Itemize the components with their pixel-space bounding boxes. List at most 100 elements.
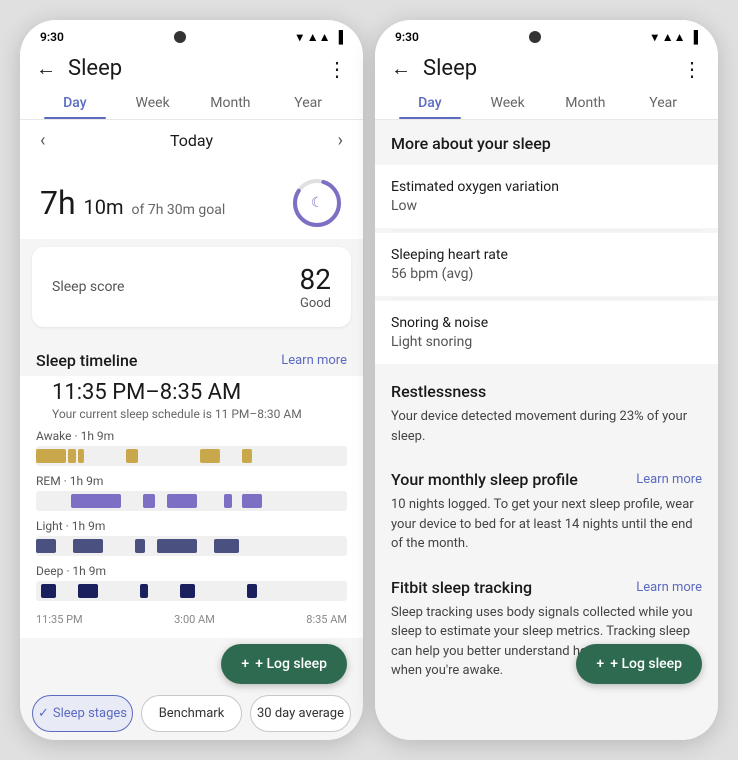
seg-deep-2	[78, 584, 98, 598]
metric-card-snoring: Snoring & noise Light snoring	[375, 301, 718, 364]
seg-rem-4	[224, 494, 232, 508]
stage-light-track	[36, 536, 347, 556]
seg-deep-4	[180, 584, 195, 598]
content-scroll-1: ‹ Today › 7h 10m of 7h 30m goal ☾ Sleep …	[20, 120, 363, 687]
xaxis-mid: 3:00 AM	[174, 613, 215, 626]
status-bar-1: 9:30 ▾ ▲▲ ▐	[20, 20, 363, 48]
benchmark-btn[interactable]: Benchmark	[141, 695, 242, 732]
timeline-xaxis: 11:35 PM 3:00 AM 8:35 AM	[36, 609, 347, 630]
next-date-button[interactable]: ›	[338, 130, 343, 151]
fitbit-title: Fitbit sleep tracking	[391, 578, 532, 597]
seg-rem-5	[242, 494, 262, 508]
log-sleep-icon: +	[241, 656, 249, 672]
checkmark-icon: ✓	[38, 706, 49, 721]
monthly-profile-section: Your monthly sleep profile Learn more 10…	[375, 456, 718, 564]
divider-2	[391, 298, 702, 299]
benchmark-label: Benchmark	[159, 706, 225, 721]
sleep-score-card: Sleep score 82 Good	[32, 247, 351, 327]
30-day-btn[interactable]: 30 day average	[250, 695, 351, 732]
seg-awake-4	[126, 449, 138, 463]
signal-icon: ▲▲	[307, 30, 331, 44]
monthly-profile-header: Your monthly sleep profile Learn more	[391, 470, 702, 489]
stage-light-label: Light · 1h 9m	[36, 519, 347, 533]
wifi-icon-2: ▾	[652, 30, 658, 44]
tab-year-2[interactable]: Year	[624, 85, 702, 119]
monthly-profile-title: Your monthly sleep profile	[391, 470, 578, 489]
xaxis-start: 11:35 PM	[36, 613, 83, 626]
metric-heart-value: 56 bpm (avg)	[391, 266, 702, 282]
app-title-2: Sleep	[423, 56, 477, 81]
tab-month-1[interactable]: Month	[192, 85, 270, 119]
stage-rem-track	[36, 491, 347, 511]
tab-year-1[interactable]: Year	[269, 85, 347, 119]
log-sleep-icon-2: +	[596, 656, 604, 672]
sleep-stages-btn[interactable]: ✓ Sleep stages	[32, 695, 133, 732]
stage-rem: REM · 1h 9m	[36, 474, 347, 511]
seg-rem-3	[167, 494, 197, 508]
log-sleep-fab-2[interactable]: + + Log sleep	[576, 644, 702, 684]
log-sleep-fab-1[interactable]: + + Log sleep	[221, 644, 347, 684]
date-label: Today	[170, 131, 213, 150]
sleep-hours: 7h	[40, 184, 76, 222]
phone-1: 9:30 ▾ ▲▲ ▐ ← Sleep ⋮ Day Week Month Yea…	[20, 20, 363, 740]
more-button-2[interactable]: ⋮	[682, 57, 702, 81]
prev-date-button[interactable]: ‹	[40, 130, 45, 151]
bottom-controls-1: ✓ Sleep stages Benchmark 30 day average	[20, 687, 363, 740]
back-button-1[interactable]: ←	[36, 56, 56, 81]
stage-deep-label: Deep · 1h 9m	[36, 564, 347, 578]
seg-awake-2	[68, 449, 76, 463]
tab-day-2[interactable]: Day	[391, 85, 469, 119]
app-header-1: ← Sleep ⋮	[20, 48, 363, 85]
sleep-summary: 7h 10m of 7h 30m goal ☾	[20, 161, 363, 239]
camera-dot-1	[174, 31, 186, 43]
tab-week-1[interactable]: Week	[114, 85, 192, 119]
status-icons-1: ▾ ▲▲ ▐	[297, 30, 343, 44]
seg-light-4	[157, 539, 197, 553]
battery-icon-2: ▐	[689, 30, 698, 44]
seg-awake-5	[200, 449, 220, 463]
metric-card-heart: Sleeping heart rate 56 bpm (avg)	[375, 233, 718, 296]
stage-deep-track	[36, 581, 347, 601]
battery-icon: ▐	[334, 30, 343, 44]
stage-light: Light · 1h 9m	[36, 519, 347, 556]
seg-awake-1	[36, 449, 66, 463]
restlessness-title: Restlessness	[391, 382, 702, 401]
timeline-learn-more[interactable]: Learn more	[281, 353, 347, 368]
monthly-profile-learn-more[interactable]: Learn more	[636, 472, 702, 487]
tab-day-1[interactable]: Day	[36, 85, 114, 119]
sleep-minutes: 10m	[84, 195, 124, 219]
seg-awake-6	[242, 449, 252, 463]
tab-week-2[interactable]: Week	[469, 85, 547, 119]
back-button-2[interactable]: ←	[391, 56, 411, 81]
restlessness-section: Restlessness Your device detected moveme…	[375, 368, 718, 456]
score-number: 82	[300, 263, 331, 296]
tab-bar-1: Day Week Month Year	[20, 85, 363, 120]
app-header-left-2: ← Sleep	[391, 56, 477, 81]
seg-rem-1	[71, 494, 121, 508]
stage-deep: Deep · 1h 9m	[36, 564, 347, 601]
tab-month-2[interactable]: Month	[547, 85, 625, 119]
svg-text:☾: ☾	[311, 195, 324, 211]
status-bar-2: 9:30 ▾ ▲▲ ▐	[375, 20, 718, 48]
timeline-title: Sleep timeline	[36, 351, 137, 370]
metric-oxygen-name: Estimated oxygen variation	[391, 179, 702, 195]
metric-heart-name: Sleeping heart rate	[391, 247, 702, 263]
sleep-score-value: 82 Good	[300, 263, 331, 311]
sleep-goal: of 7h 30m goal	[132, 202, 226, 218]
time-1: 9:30	[40, 30, 64, 44]
sleep-ring-icon: ☾	[291, 177, 343, 229]
seg-light-5	[214, 539, 239, 553]
fitbit-learn-more[interactable]: Learn more	[636, 580, 702, 595]
seg-rem-2	[143, 494, 155, 508]
score-desc: Good	[300, 296, 331, 311]
divider-1	[391, 230, 702, 231]
more-button-1[interactable]: ⋮	[327, 57, 347, 81]
time-2: 9:30	[395, 30, 419, 44]
sleep-stages-label: Sleep stages	[53, 706, 127, 721]
stage-awake-label: Awake · 1h 9m	[36, 429, 347, 443]
date-nav-1: ‹ Today ›	[20, 120, 363, 161]
timeline-content: 11:35 PM–8:35 AM Your current sleep sche…	[20, 376, 363, 638]
timeline-header: Sleep timeline Learn more	[20, 335, 363, 376]
xaxis-end: 8:35 AM	[306, 613, 347, 626]
camera-dot-2	[529, 31, 541, 43]
